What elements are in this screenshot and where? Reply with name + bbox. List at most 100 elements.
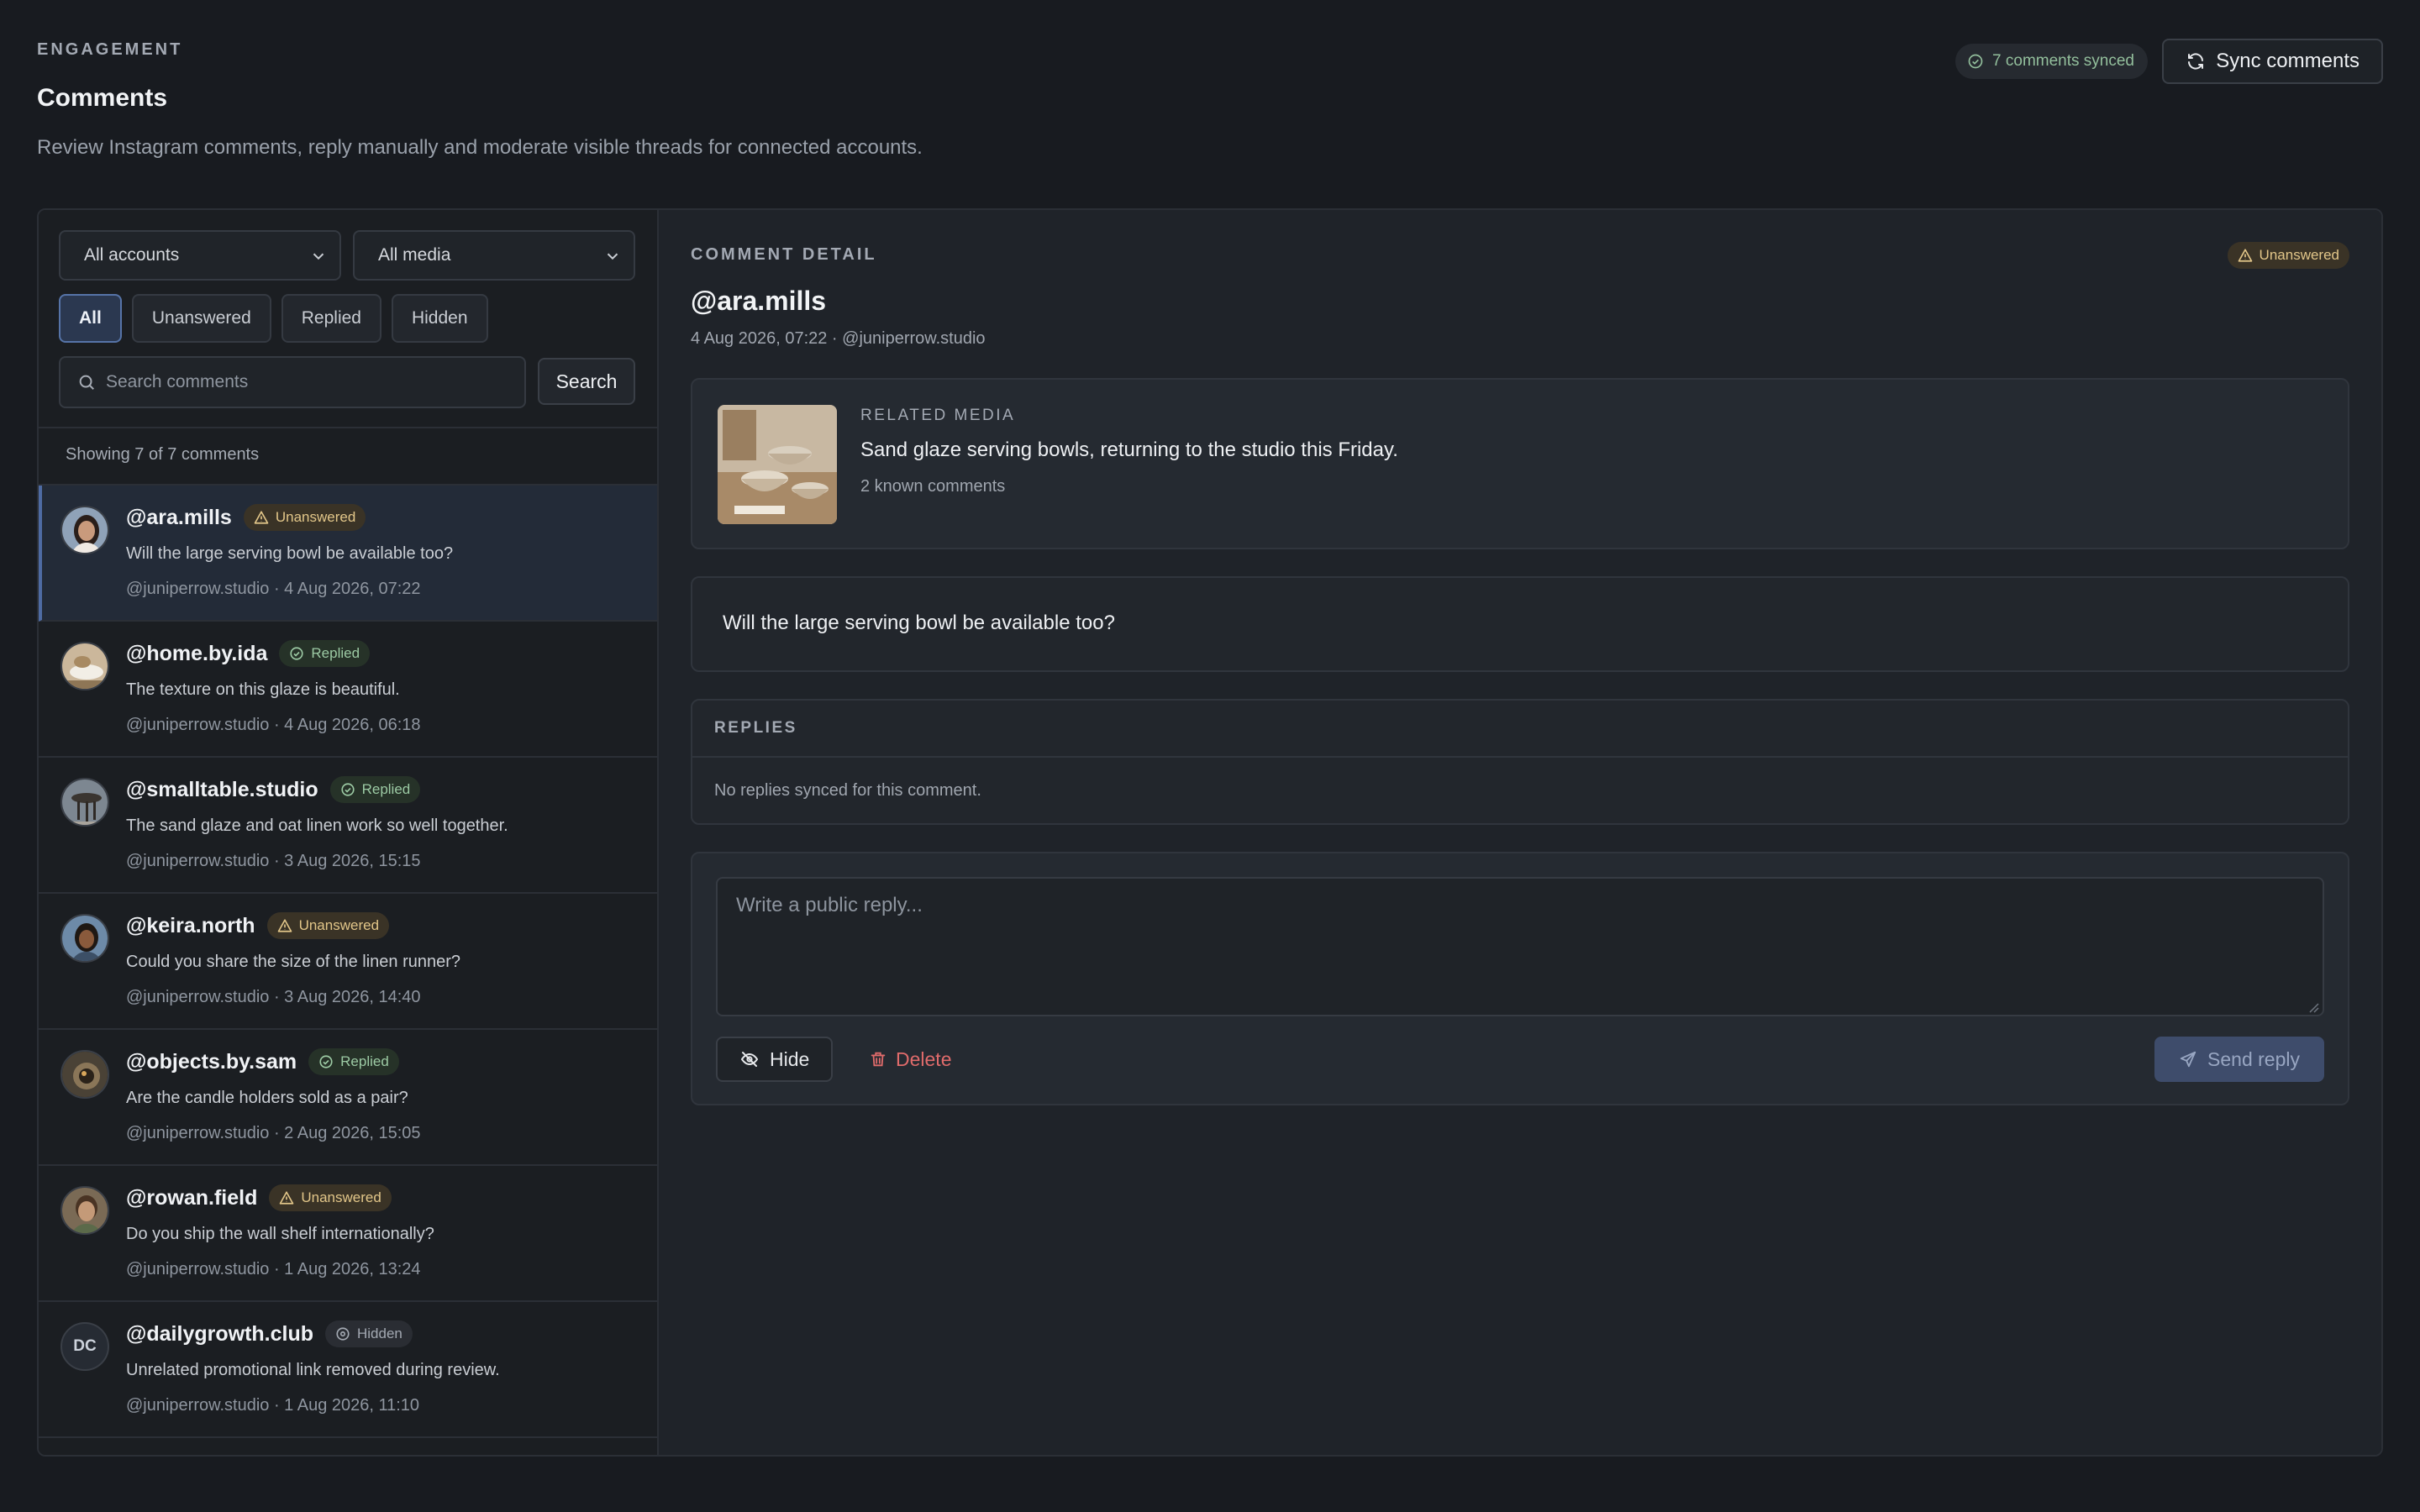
search-button[interactable]: Search bbox=[538, 358, 635, 405]
comment-handle: @keira.north bbox=[126, 913, 255, 937]
sync-status-text: 7 comments synced bbox=[1992, 52, 2134, 70]
delete-button[interactable]: Delete bbox=[864, 1037, 956, 1082]
comment-text: Unrelated promotional link removed durin… bbox=[126, 1361, 500, 1379]
status-badge-label: Hidden bbox=[357, 1326, 402, 1341]
comment-body-text: Will the large serving bowl be available… bbox=[723, 612, 1115, 634]
comment-list: @ara.mills Unanswered Will the large ser… bbox=[39, 486, 657, 1438]
sync-comments-button[interactable]: Sync comments bbox=[2162, 39, 2383, 84]
comments-panel: All accounts All media All Unanswered Re… bbox=[37, 208, 2383, 1457]
detail-status-label: Unanswered bbox=[2259, 247, 2339, 263]
detail-handle: @ara.mills bbox=[691, 286, 827, 316]
send-icon bbox=[2180, 1051, 2196, 1068]
comment-meta: @juniperrow.studio · 3 Aug 2026, 14:40 bbox=[126, 988, 421, 1006]
detail-status-badge: Unanswered bbox=[2227, 242, 2349, 269]
comment-meta: @juniperrow.studio · 4 Aug 2026, 06:18 bbox=[126, 716, 421, 734]
comment-meta: @juniperrow.studio · 2 Aug 2026, 15:05 bbox=[126, 1124, 421, 1142]
filter-tab-replied[interactable]: Replied bbox=[281, 294, 381, 343]
comment-text: Will the large serving bowl be available… bbox=[126, 544, 454, 563]
filter-tab-all[interactable]: All bbox=[59, 294, 122, 343]
comment-text: Could you share the size of the linen ru… bbox=[126, 953, 461, 971]
chevron-down-icon bbox=[313, 253, 324, 260]
comment-text: The sand glaze and oat linen work so wel… bbox=[126, 816, 508, 835]
comment-meta: @juniperrow.studio · 4 Aug 2026, 07:22 bbox=[126, 580, 421, 598]
avatar bbox=[60, 778, 109, 827]
send-reply-button[interactable]: Send reply bbox=[2154, 1037, 2324, 1082]
comment-list-item[interactable]: DC @dailygrowth.club Hidden Unrelated pr… bbox=[39, 1302, 657, 1438]
related-media-card: RELATED MEDIA Sand glaze serving bowls, … bbox=[691, 378, 2349, 549]
delete-button-label: Delete bbox=[896, 1047, 952, 1070]
replies-empty-state: No replies synced for this comment. bbox=[714, 781, 981, 800]
comment-list-item[interactable]: @home.by.ida Replied The texture on this… bbox=[39, 622, 657, 758]
reply-composer: Hide Delete Send reply bbox=[691, 852, 2349, 1105]
hide-button[interactable]: Hide bbox=[716, 1037, 834, 1082]
comment-meta: @juniperrow.studio · 1 Aug 2026, 13:24 bbox=[126, 1260, 421, 1278]
detail-eyebrow: COMMENT DETAIL bbox=[691, 245, 877, 264]
search-icon bbox=[79, 375, 94, 390]
comment-text: Are the candle holders sold as a pair? bbox=[126, 1089, 408, 1107]
comment-handle: @objects.by.sam bbox=[126, 1049, 297, 1074]
status-badge-label: Unanswered bbox=[298, 917, 380, 933]
media-select[interactable]: All media bbox=[353, 230, 635, 281]
page-header: ENGAGEMENT Comments Review Instagram com… bbox=[37, 39, 2383, 159]
comment-list-item[interactable]: @rowan.field Unanswered Do you ship the … bbox=[39, 1166, 657, 1302]
comment-text: Do you ship the wall shelf international… bbox=[126, 1225, 434, 1243]
status-badge-label: Replied bbox=[361, 781, 411, 797]
replies-card: REPLIES No replies synced for this comme… bbox=[691, 699, 2349, 825]
hidden-icon bbox=[336, 1327, 350, 1341]
status-badge-label: Unanswered bbox=[275, 509, 356, 525]
detail-meta: 4 Aug 2026, 07:22 · @juniperrow.studio bbox=[691, 329, 986, 348]
avatar bbox=[60, 914, 109, 963]
status-filter-tabs: All Unanswered Replied Hidden bbox=[59, 294, 488, 343]
eye-off-icon bbox=[740, 1052, 759, 1067]
resize-grip-icon[interactable] bbox=[2307, 1001, 2319, 1013]
account-select-value: All accounts bbox=[84, 245, 180, 265]
media-eyebrow: RELATED MEDIA bbox=[860, 407, 1016, 424]
check-circle-icon bbox=[290, 647, 303, 660]
avatar bbox=[60, 1050, 109, 1099]
comment-list-item[interactable]: @keira.north Unanswered Could you share … bbox=[39, 894, 657, 1030]
status-badge-label: Unanswered bbox=[301, 1189, 381, 1205]
avatar bbox=[60, 642, 109, 690]
replies-title: REPLIES bbox=[714, 719, 797, 737]
divider bbox=[39, 427, 657, 428]
comment-list-item[interactable]: @ara.mills Unanswered Will the large ser… bbox=[39, 486, 657, 622]
comment-handle: @ara.mills bbox=[126, 505, 232, 529]
comment-handle: @dailygrowth.club bbox=[126, 1321, 313, 1346]
account-select[interactable]: All accounts bbox=[59, 230, 341, 281]
chevron-down-icon bbox=[607, 253, 618, 260]
status-badge: Hidden bbox=[325, 1320, 413, 1347]
sync-comments-label: Sync comments bbox=[2216, 50, 2360, 72]
comment-handle: @smalltable.studio bbox=[126, 777, 318, 801]
reply-textarea[interactable] bbox=[716, 877, 2324, 1016]
warning-icon bbox=[280, 1191, 294, 1205]
media-comment-count: 2 known comments bbox=[860, 477, 1006, 496]
comment-handle: @home.by.ida bbox=[126, 641, 268, 665]
send-reply-label: Send reply bbox=[2207, 1047, 2300, 1070]
refresh-icon bbox=[2188, 53, 2204, 70]
search-input[interactable] bbox=[106, 372, 509, 392]
media-title: Sand glaze serving bowls, returning to t… bbox=[860, 438, 1398, 461]
comment-text: The texture on this glaze is beautiful. bbox=[126, 680, 400, 699]
page-subtitle: Review Instagram comments, reply manuall… bbox=[37, 136, 923, 159]
search-field bbox=[59, 356, 526, 408]
check-circle-icon bbox=[1968, 54, 1983, 69]
check-circle-icon bbox=[341, 783, 355, 796]
avatar: DC bbox=[60, 1322, 109, 1371]
comment-list-item[interactable]: @smalltable.studio Replied The sand glaz… bbox=[39, 758, 657, 894]
warning-icon bbox=[2238, 249, 2252, 262]
filter-tab-unanswered[interactable]: Unanswered bbox=[131, 294, 271, 343]
status-badge: Unanswered bbox=[266, 912, 390, 939]
media-thumbnail bbox=[718, 405, 837, 524]
filter-tab-hidden[interactable]: Hidden bbox=[391, 294, 488, 343]
status-badge: Replied bbox=[329, 776, 421, 803]
comment-list-pane: All accounts All media All Unanswered Re… bbox=[39, 210, 659, 1455]
status-badge: Replied bbox=[308, 1048, 399, 1075]
sync-status-badge: 7 comments synced bbox=[1955, 44, 2148, 79]
warning-icon bbox=[254, 511, 269, 524]
hide-button-label: Hide bbox=[770, 1047, 810, 1070]
status-badge: Unanswered bbox=[269, 1184, 392, 1211]
avatar bbox=[60, 506, 109, 554]
check-circle-icon bbox=[319, 1055, 333, 1068]
comment-list-item[interactable]: @objects.by.sam Replied Are the candle h… bbox=[39, 1030, 657, 1166]
media-select-value: All media bbox=[378, 245, 451, 265]
